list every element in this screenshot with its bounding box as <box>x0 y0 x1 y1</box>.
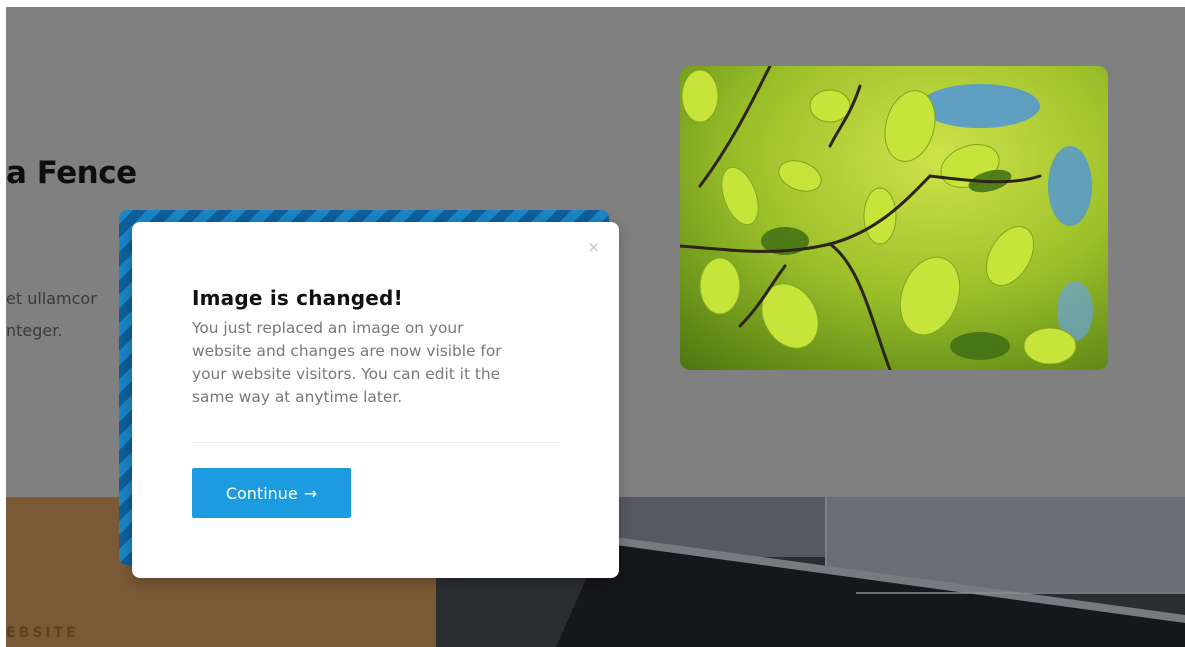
hero-text: et ullamcor nteger. <box>6 283 97 347</box>
hero-title: a Fence <box>6 155 137 191</box>
hero-text-line: nteger. <box>6 321 63 340</box>
modal-message-line: your website visitors. You can edit it t… <box>192 365 501 383</box>
continue-button-label: Continue <box>225 483 298 503</box>
modal-message-line: same way at anytime later. <box>192 388 403 406</box>
modal-message-line: You just replaced an image on your <box>192 319 464 337</box>
leaves-image[interactable] <box>680 66 1108 370</box>
leaves-photo <box>680 66 1108 370</box>
modal-message: You just replaced an image on your websi… <box>192 317 552 409</box>
continue-button[interactable]: Continue → <box>192 468 351 518</box>
divider <box>192 442 559 443</box>
arrow-right-icon: → <box>303 483 318 503</box>
notification-modal: × Image is changed! You just replaced an… <box>132 222 619 578</box>
section-label: EBSITE <box>6 625 79 641</box>
close-icon[interactable]: × <box>587 238 600 256</box>
modal-title: Image is changed! <box>192 286 403 310</box>
modal-message-line: website and changes are now visible for <box>192 342 502 360</box>
hero-text-line: et ullamcor <box>6 289 97 308</box>
